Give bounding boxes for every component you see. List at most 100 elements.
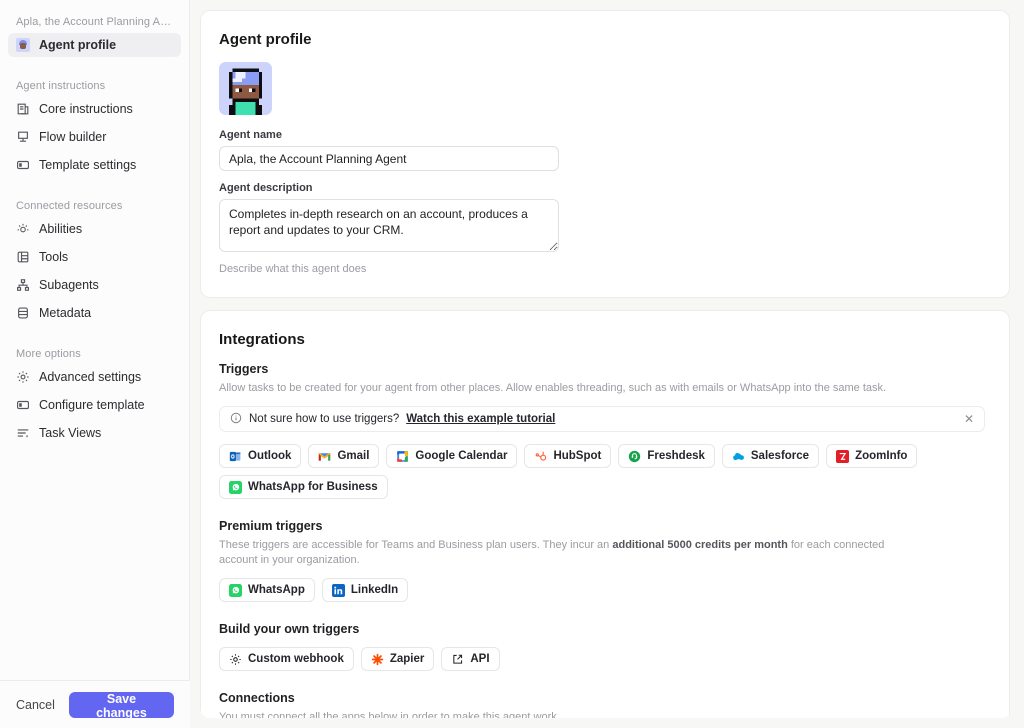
sidebar-item-agent-profile[interactable]: Agent profile xyxy=(8,33,181,57)
connections-subtitle: You must connect all the apps below in o… xyxy=(219,711,560,718)
chip-label: Custom webhook xyxy=(248,653,344,665)
sidebar-item-template-settings[interactable]: Template settings xyxy=(8,153,181,177)
sidebar-item-core-instructions[interactable]: Core instructions xyxy=(8,97,181,121)
cancel-button[interactable]: Cancel xyxy=(16,698,55,712)
template-icon xyxy=(16,158,30,172)
chip-label: Gmail xyxy=(337,450,370,462)
sidebar-item-metadata[interactable]: Metadata xyxy=(8,301,181,325)
info-circle-icon xyxy=(230,412,242,427)
gmail-icon xyxy=(318,450,331,463)
sidebar-item-tools[interactable]: Tools xyxy=(8,245,181,269)
chip-label: Freshdesk xyxy=(647,450,705,462)
sidebar-item-label: Abilities xyxy=(39,222,83,236)
premium-trigger-chips: WhatsApp LinkedIn xyxy=(219,578,985,602)
chip-label: WhatsApp for Business xyxy=(248,481,378,493)
sidebar-item-label: Core instructions xyxy=(39,102,133,116)
trigger-chip-zoominfo[interactable]: ZoomInfo xyxy=(826,444,918,468)
hubspot-icon xyxy=(534,450,547,463)
build-own-trigger-chips: Custom webhook Zapier API xyxy=(219,647,985,671)
sidebar-item-label: Advanced settings xyxy=(39,370,142,384)
sidebar-caption-more-options: More options xyxy=(16,348,81,360)
chip-label: Salesforce xyxy=(750,450,810,462)
build-chip-custom-webhook[interactable]: Custom webhook xyxy=(219,647,354,671)
sidebar-caption-agent-instructions: Agent instructions xyxy=(16,80,106,92)
trigger-chips: Outlook Gmail Google Calendar HubSpot Fr… xyxy=(219,444,985,499)
sidebar-item-label: Configure template xyxy=(39,398,145,412)
tools-grid-icon xyxy=(16,250,30,264)
agent-avatar-icon xyxy=(16,38,30,52)
chip-label: HubSpot xyxy=(553,450,602,462)
trigger-chip-hubspot[interactable]: HubSpot xyxy=(524,444,612,468)
google-calendar-icon xyxy=(396,450,409,463)
chip-label: ZoomInfo xyxy=(855,450,908,462)
trigger-chip-gmail[interactable]: Gmail xyxy=(308,444,380,468)
avatar[interactable] xyxy=(219,62,272,115)
list-icon xyxy=(16,426,30,440)
watch-tutorial-link[interactable]: Watch this example tutorial xyxy=(406,413,555,425)
premium-sub-before: These triggers are accessible for Teams … xyxy=(219,539,613,551)
sidebar-footer-actions: Cancel Save changes xyxy=(0,680,190,728)
sidebar-item-flow-builder[interactable]: Flow builder xyxy=(8,125,181,149)
main-scroll-area[interactable]: Agent profile Agent name Apla, the Accou… xyxy=(200,10,1012,718)
premium-chip-whatsapp[interactable]: WhatsApp xyxy=(219,578,315,602)
chip-label: Zapier xyxy=(389,653,425,665)
sidebar-item-subagents[interactable]: Subagents xyxy=(8,273,181,297)
sidebar-item-label: Tools xyxy=(39,250,69,264)
template-icon xyxy=(16,398,30,412)
zapier-icon xyxy=(371,653,384,666)
integrations-title: Integrations xyxy=(219,331,305,348)
premium-triggers-subtitle: These triggers are accessible for Teams … xyxy=(219,538,919,568)
whatsapp-icon xyxy=(229,480,242,494)
integrations-card: Integrations Triggers Allow tasks to be … xyxy=(200,310,1010,718)
agent-name-label: Agent name xyxy=(219,129,282,141)
sparkle-icon xyxy=(16,222,30,236)
gear-icon xyxy=(16,370,30,384)
agent-profile-card: Agent profile Agent name Apla, the Accou… xyxy=(200,10,1010,298)
sidebar-item-label: Template settings xyxy=(39,158,137,172)
hierarchy-icon xyxy=(16,278,30,292)
triggers-subtitle: Allow tasks to be created for your agent… xyxy=(219,382,887,394)
trigger-chip-freshdesk[interactable]: Freshdesk xyxy=(618,444,715,468)
connections-title: Connections xyxy=(219,691,295,705)
gear-icon xyxy=(229,653,242,666)
sidebar-item-abilities[interactable]: Abilities xyxy=(8,217,181,241)
triggers-info-banner: Not sure how to use triggers? Watch this… xyxy=(219,406,985,432)
premium-chip-linkedin[interactable]: LinkedIn xyxy=(321,578,409,602)
save-changes-button[interactable]: Save changes xyxy=(68,691,174,720)
trigger-chip-whatsapp-business[interactable]: WhatsApp for Business xyxy=(219,475,388,499)
zoominfo-icon xyxy=(836,449,850,463)
build-own-triggers-title: Build your own triggers xyxy=(219,622,360,636)
sidebar-agent-caption: Apla, the Account Planning Agent xyxy=(16,16,181,28)
info-banner-text: Not sure how to use triggers? xyxy=(249,413,400,425)
chip-label: Outlook xyxy=(248,450,292,462)
trigger-chip-salesforce[interactable]: Salesforce xyxy=(721,444,820,468)
agent-description-textarea[interactable]: Completes in-depth research on an accoun… xyxy=(219,199,559,252)
sidebar-item-label: Subagents xyxy=(39,278,99,292)
agent-name-input[interactable] xyxy=(219,146,559,171)
agent-description-label: Agent description xyxy=(219,182,313,194)
sidebar-item-label: Metadata xyxy=(39,306,92,320)
freshdesk-icon xyxy=(628,450,641,463)
sidebar-item-label: Flow builder xyxy=(39,130,107,144)
salesforce-icon xyxy=(732,450,745,463)
page-title: Agent profile xyxy=(219,31,312,48)
agent-description-hint: Describe what this agent does xyxy=(219,263,367,275)
sidebar-item-configure-template[interactable]: Configure template xyxy=(8,393,181,417)
sidebar-item-label: Task Views xyxy=(39,426,102,440)
trigger-chip-outlook[interactable]: Outlook xyxy=(219,444,302,468)
database-icon xyxy=(16,306,30,320)
chip-label: API xyxy=(470,653,490,665)
premium-triggers-title: Premium triggers xyxy=(219,519,323,533)
whatsapp-icon xyxy=(229,583,242,597)
app-root: Apla, the Account Planning Agent Agent p… xyxy=(0,0,1024,728)
build-chip-zapier[interactable]: Zapier xyxy=(360,647,435,671)
premium-sub-bold: additional 5000 credits per month xyxy=(612,539,788,551)
sidebar-caption-connected-resources: Connected resources xyxy=(16,200,123,212)
build-chip-api[interactable]: API xyxy=(441,647,500,671)
trigger-chip-google-calendar[interactable]: Google Calendar xyxy=(386,444,518,468)
sidebar-item-task-views[interactable]: Task Views xyxy=(8,421,181,445)
close-icon[interactable]: ✕ xyxy=(964,413,974,425)
chip-label: LinkedIn xyxy=(350,584,399,596)
sidebar-item-advanced-settings[interactable]: Advanced settings xyxy=(8,365,181,389)
chip-label: WhatsApp xyxy=(248,584,305,596)
